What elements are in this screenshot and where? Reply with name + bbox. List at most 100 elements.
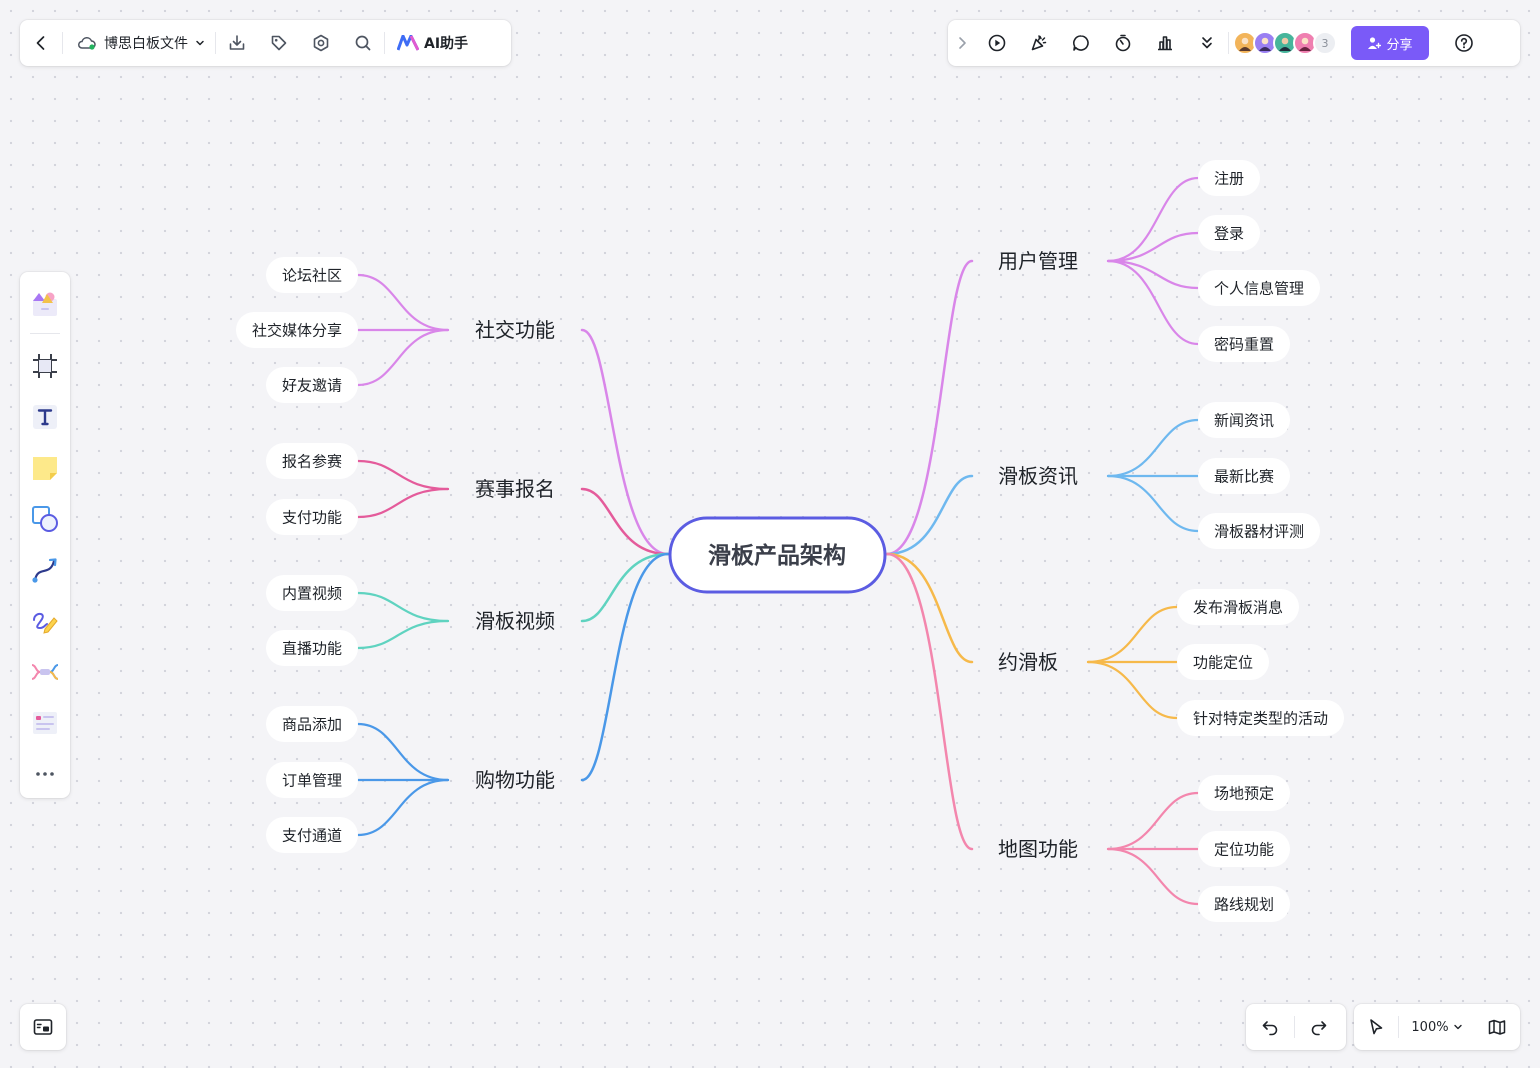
sticky-note-icon — [33, 456, 57, 480]
leaf-node[interactable]: 注册 — [1198, 160, 1260, 196]
leaf-node[interactable]: 支付功能 — [266, 499, 358, 535]
more-icon — [36, 771, 54, 776]
chevron-down-icon — [196, 40, 204, 46]
connector-line — [356, 459, 450, 491]
more-down-icon — [1202, 37, 1212, 49]
branch-node-label[interactable]: 滑板视频 — [475, 609, 555, 633]
branch-node-label[interactable]: 滑板资讯 — [998, 464, 1078, 488]
text-tool[interactable] — [20, 391, 70, 442]
connector-line — [580, 552, 670, 782]
expand-icon — [959, 37, 966, 49]
sticky-note-tool[interactable] — [20, 442, 70, 493]
leaf-node[interactable]: 直播功能 — [266, 630, 358, 666]
file-title-dropdown[interactable]: 博思白板文件 — [63, 20, 215, 66]
connector-tool[interactable] — [20, 544, 70, 595]
zoom-level-dropdown[interactable]: 100% — [1399, 1020, 1475, 1035]
connector-line — [1106, 847, 1200, 906]
branch-node-label[interactable]: 用户管理 — [998, 249, 1078, 273]
select-tool-button[interactable] — [1354, 1004, 1398, 1050]
top-right-toolbar: 3 分享 — [948, 20, 1520, 66]
leaf-node[interactable]: 定位功能 — [1198, 831, 1290, 867]
leaf-node[interactable]: 支付通道 — [266, 817, 358, 853]
connector-line — [580, 552, 670, 623]
share-user-icon — [1368, 37, 1382, 49]
branch-node-label[interactable]: 地图功能 — [998, 837, 1078, 861]
share-button[interactable]: 分享 — [1351, 26, 1429, 60]
expand-toolbar-button[interactable] — [948, 20, 976, 66]
ai-assistant-button[interactable]: AI助手 — [385, 20, 480, 66]
leaf-node[interactable]: 最新比赛 — [1198, 458, 1290, 494]
help-button[interactable] — [1443, 20, 1485, 66]
zoom-controls: 100% — [1354, 1004, 1520, 1050]
frame-tool[interactable] — [20, 340, 70, 391]
branch-node-label[interactable]: 购物功能 — [475, 768, 555, 792]
back-button[interactable] — [20, 20, 62, 66]
branch-node-label[interactable]: 社交功能 — [475, 318, 555, 342]
present-button[interactable] — [976, 20, 1018, 66]
mindmap-tool[interactable] — [20, 646, 70, 697]
leaf-node[interactable]: 好友邀请 — [266, 367, 358, 403]
shape-icon — [32, 505, 58, 532]
leaf-node[interactable]: 报名参赛 — [266, 443, 358, 479]
leaf-node[interactable]: 新闻资讯 — [1198, 402, 1290, 438]
collaborator-count[interactable]: 3 — [1313, 31, 1337, 55]
settings-button[interactable] — [300, 20, 342, 66]
mindmap-canvas[interactable]: 社交功能 论坛社区社交媒体分享好友邀请赛事报名 报名参赛支付功能滑板视频 内置视频直播… — [0, 0, 1540, 1068]
search-button[interactable] — [342, 20, 384, 66]
leaf-node-label: 个人信息管理 — [1214, 280, 1304, 298]
play-icon — [988, 34, 1006, 52]
tag-button[interactable] — [258, 20, 300, 66]
redo-button[interactable] — [1295, 1004, 1343, 1050]
leaf-node-label: 定位功能 — [1214, 841, 1274, 859]
leaf-node-label: 支付通道 — [282, 827, 342, 845]
pen-tool[interactable] — [20, 595, 70, 646]
leaf-node[interactable]: 商品添加 — [266, 706, 358, 742]
root-node[interactable]: 滑板产品架构 — [668, 516, 887, 594]
download-button[interactable] — [216, 20, 258, 66]
leaf-node[interactable]: 发布滑板消息 — [1177, 589, 1299, 625]
leaf-node[interactable]: 密码重置 — [1198, 326, 1290, 362]
leaf-node[interactable]: 内置视频 — [266, 575, 358, 611]
connector-line — [356, 328, 450, 387]
collaborator-avatars[interactable]: 3 — [1229, 31, 1337, 55]
template-tool[interactable] — [20, 278, 70, 329]
more-tools-button[interactable] — [1186, 20, 1228, 66]
comment-button[interactable] — [1060, 20, 1102, 66]
minimap-button[interactable] — [20, 1004, 66, 1050]
leaf-node-label: 密码重置 — [1214, 336, 1274, 354]
leaf-node[interactable]: 订单管理 — [266, 762, 358, 798]
leaf-node[interactable]: 个人信息管理 — [1198, 270, 1320, 306]
frame-icon — [33, 353, 57, 378]
celebrate-button[interactable] — [1018, 20, 1060, 66]
leaf-node[interactable]: 场地预定 — [1198, 775, 1290, 811]
comment-icon — [1073, 35, 1089, 51]
leaf-node[interactable]: 路线规划 — [1198, 886, 1290, 922]
branch-node-label[interactable]: 赛事报名 — [475, 477, 555, 501]
history-controls — [1246, 1004, 1346, 1050]
table-icon — [33, 711, 57, 734]
back-icon — [36, 36, 45, 50]
leaf-node[interactable]: 功能定位 — [1177, 644, 1269, 680]
leaf-node[interactable]: 社交媒体分享 — [236, 312, 358, 348]
more-tools[interactable] — [20, 748, 70, 799]
connector-line — [356, 487, 450, 519]
leaf-node[interactable]: 论坛社区 — [266, 257, 358, 293]
undo-button[interactable] — [1246, 1004, 1294, 1050]
left-toolbar — [20, 272, 70, 798]
leaf-node-label: 论坛社区 — [282, 267, 342, 285]
leaf-node[interactable]: 针对特定类型的活动 — [1177, 700, 1344, 736]
connector-icon — [32, 557, 57, 583]
leaf-node[interactable]: 登录 — [1198, 215, 1260, 251]
timer-button[interactable] — [1102, 20, 1144, 66]
pointer-icon — [1370, 1019, 1383, 1035]
minimap-icon — [33, 1019, 53, 1035]
ai-assistant-label: AI助手 — [424, 36, 469, 52]
shape-tool[interactable] — [20, 493, 70, 544]
leaf-node[interactable]: 滑板器材评测 — [1198, 513, 1320, 549]
guide-button[interactable] — [1475, 1004, 1519, 1050]
tag-icon — [271, 35, 287, 51]
mindmap-icon — [31, 663, 59, 680]
table-tool[interactable] — [20, 697, 70, 748]
branch-node-label[interactable]: 约滑板 — [998, 650, 1058, 674]
vote-button[interactable] — [1144, 20, 1186, 66]
